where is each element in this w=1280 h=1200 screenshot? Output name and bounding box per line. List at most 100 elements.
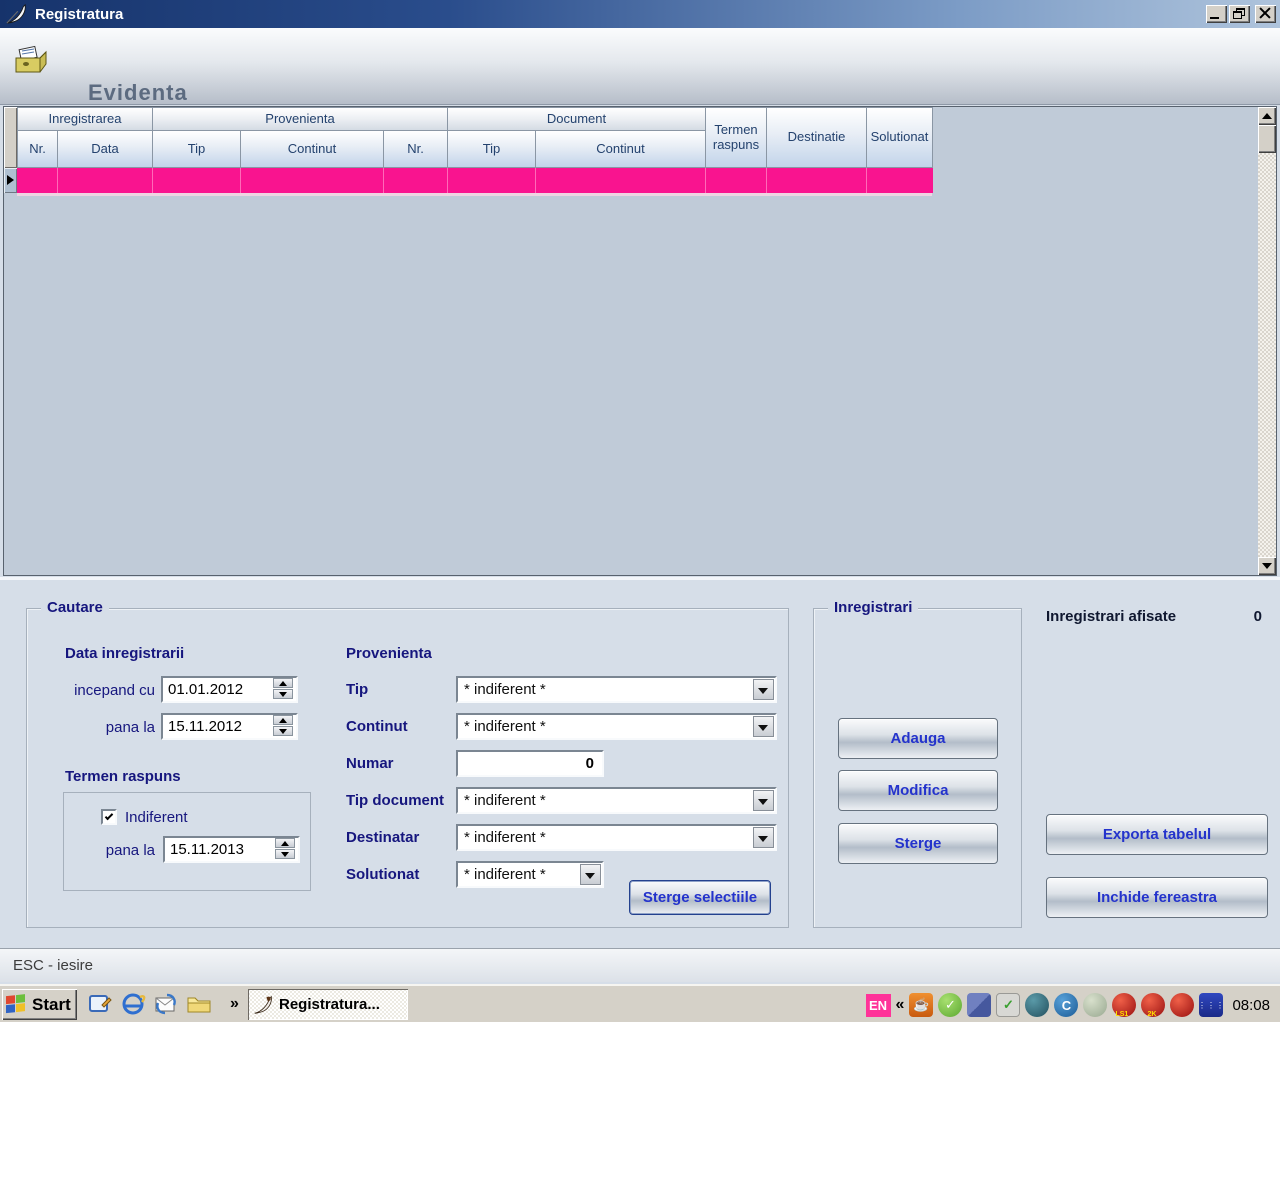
tip-combobox-value: * indiferent * xyxy=(464,681,546,698)
col-header-tip-doc[interactable]: Tip xyxy=(447,130,536,168)
selected-row-cell[interactable] xyxy=(241,168,384,193)
col-header-data[interactable]: Data xyxy=(57,130,153,168)
updates-tray-icon[interactable]: ✓ xyxy=(996,993,1020,1017)
scrollbar-thumb[interactable] xyxy=(1258,125,1276,153)
date-from-spinner[interactable] xyxy=(273,678,293,699)
selected-row-cell[interactable] xyxy=(867,168,933,193)
col-header-solutionat[interactable]: Solutionat xyxy=(866,107,933,168)
selected-row-cell[interactable] xyxy=(58,168,153,193)
numar-label: Numar xyxy=(346,755,394,772)
header-band: Evidenta xyxy=(0,28,1280,105)
destinatar-combobox[interactable]: * indiferent * xyxy=(456,824,777,851)
tip-combobox[interactable]: * indiferent * xyxy=(456,676,777,703)
red-ball-ls1-tray-icon[interactable]: LS1 xyxy=(1112,993,1136,1017)
card-file-icon xyxy=(12,40,52,80)
group-header-document[interactable]: Document xyxy=(447,107,706,131)
system-tray: EN « ☕ ✓ ✓ C LS1 2K ⋮⋮⋮ 08:08 xyxy=(866,989,1278,1021)
tip-document-combobox[interactable]: * indiferent * xyxy=(456,787,777,814)
keypad-tray-icon[interactable]: ⋮⋮⋮ xyxy=(1199,993,1223,1017)
show-desktop-icon[interactable] xyxy=(87,991,113,1017)
continut-label: Continut xyxy=(346,718,408,735)
puzzle-tray-icon[interactable] xyxy=(967,993,991,1017)
java-tray-icon[interactable]: ☕ xyxy=(909,993,933,1017)
start-button[interactable]: Start xyxy=(2,989,77,1020)
col-header-tip-prov[interactable]: Tip xyxy=(152,130,241,168)
start-label: Start xyxy=(32,995,71,1015)
application-window: Registratura Evidenta Inregistrarea Prov… xyxy=(0,0,1280,1022)
group-header-provenienta[interactable]: Provenienta xyxy=(152,107,448,131)
language-indicator[interactable]: EN xyxy=(866,994,891,1017)
displayed-records-value: 0 xyxy=(1254,608,1262,625)
termen-section-title: Termen raspuns xyxy=(65,768,181,785)
col-header-termen-raspuns[interactable]: Termen raspuns xyxy=(705,107,767,168)
selected-row-cell[interactable] xyxy=(17,168,58,193)
chevron-down-icon[interactable] xyxy=(753,716,774,737)
spinner-up-icon[interactable] xyxy=(273,715,293,725)
tip-label: Tip xyxy=(346,681,368,698)
selected-row-cell[interactable] xyxy=(536,168,706,193)
taskbar-clock[interactable]: 08:08 xyxy=(1232,997,1270,1014)
task-button-label: Registratura... xyxy=(279,996,380,1013)
spinner-down-icon[interactable] xyxy=(273,689,293,699)
email-icon[interactable] xyxy=(153,991,179,1017)
check-icon xyxy=(105,812,113,820)
spinner-up-icon[interactable] xyxy=(275,838,295,848)
grid-vertical-scrollbar[interactable] xyxy=(1258,107,1276,575)
internet-explorer-icon[interactable] xyxy=(120,991,146,1017)
date-to-spinner[interactable] xyxy=(273,715,293,736)
indiferent-checkbox[interactable] xyxy=(101,809,117,825)
antivirus-check-tray-icon[interactable]: ✓ xyxy=(938,993,962,1017)
c-app-tray-icon[interactable]: C xyxy=(1054,993,1078,1017)
chevron-down-icon[interactable] xyxy=(580,864,601,885)
indiferent-label: Indiferent xyxy=(125,809,188,826)
spinner-down-icon[interactable] xyxy=(275,849,295,859)
minimize-button[interactable] xyxy=(1206,5,1227,23)
close-window-button[interactable]: Inchide fereastra xyxy=(1046,877,1268,918)
status-ball-tray-icon[interactable] xyxy=(1083,993,1107,1017)
col-header-nr-inreg[interactable]: Nr. xyxy=(17,130,58,168)
destinatar-combobox-value: * indiferent * xyxy=(464,829,546,846)
tray-collapse-chevron[interactable]: « xyxy=(896,996,905,1014)
selected-row-cell[interactable] xyxy=(767,168,867,193)
taskbar: Start » Registratura... xyxy=(0,984,1280,1022)
lower-panel: Cautare Data inregistrarii incepand cu p… xyxy=(0,577,1280,948)
spinner-up-icon[interactable] xyxy=(273,678,293,688)
chevron-down-icon[interactable] xyxy=(753,679,774,700)
edit-button[interactable]: Modifica xyxy=(838,770,998,811)
numar-field[interactable] xyxy=(456,750,604,777)
col-header-nr-prov[interactable]: Nr. xyxy=(383,130,448,168)
scroll-down-button[interactable] xyxy=(1258,557,1276,575)
red-ball-2k-tray-icon[interactable]: 2K xyxy=(1141,993,1165,1017)
export-table-button[interactable]: Exporta tabelul xyxy=(1046,814,1268,855)
row-selector-cell[interactable] xyxy=(4,168,17,193)
spinner-down-icon[interactable] xyxy=(273,726,293,736)
clear-selections-button[interactable]: Sterge selectiile xyxy=(629,880,771,915)
col-header-destinatie[interactable]: Destinatie xyxy=(766,107,867,168)
chevron-down-icon[interactable] xyxy=(753,827,774,848)
red-ball-tray-icon[interactable] xyxy=(1170,993,1194,1017)
selected-row-cell[interactable] xyxy=(706,168,767,193)
restore-button[interactable] xyxy=(1229,5,1250,23)
solutionat-combobox[interactable]: * indiferent * xyxy=(456,861,604,888)
delete-button[interactable]: Sterge xyxy=(838,823,998,864)
folder-icon[interactable] xyxy=(186,991,212,1017)
col-header-continut-doc[interactable]: Continut xyxy=(535,130,706,168)
termen-to-label: pana la xyxy=(67,842,155,859)
status-text: ESC - iesire xyxy=(13,957,93,974)
title-bar: Registratura xyxy=(0,0,1280,28)
add-button[interactable]: Adauga xyxy=(838,718,998,759)
group-header-inregistrarea[interactable]: Inregistrarea xyxy=(17,107,153,131)
col-header-continut-prov[interactable]: Continut xyxy=(240,130,384,168)
close-button[interactable] xyxy=(1255,5,1276,23)
chevron-down-icon[interactable] xyxy=(753,790,774,811)
quicklaunch-overflow-chevron[interactable]: » xyxy=(230,995,239,1013)
selected-row-cell[interactable] xyxy=(153,168,241,193)
globe-tray-icon[interactable] xyxy=(1025,993,1049,1017)
screen-margin xyxy=(0,1022,1280,1200)
selected-row-cell[interactable] xyxy=(384,168,448,193)
continut-combobox[interactable]: * indiferent * xyxy=(456,713,777,740)
task-button-registratura[interactable]: Registratura... xyxy=(248,989,408,1020)
selected-row-cell[interactable] xyxy=(448,168,536,193)
scroll-up-button[interactable] xyxy=(1258,107,1276,125)
termen-to-spinner[interactable] xyxy=(275,838,295,859)
